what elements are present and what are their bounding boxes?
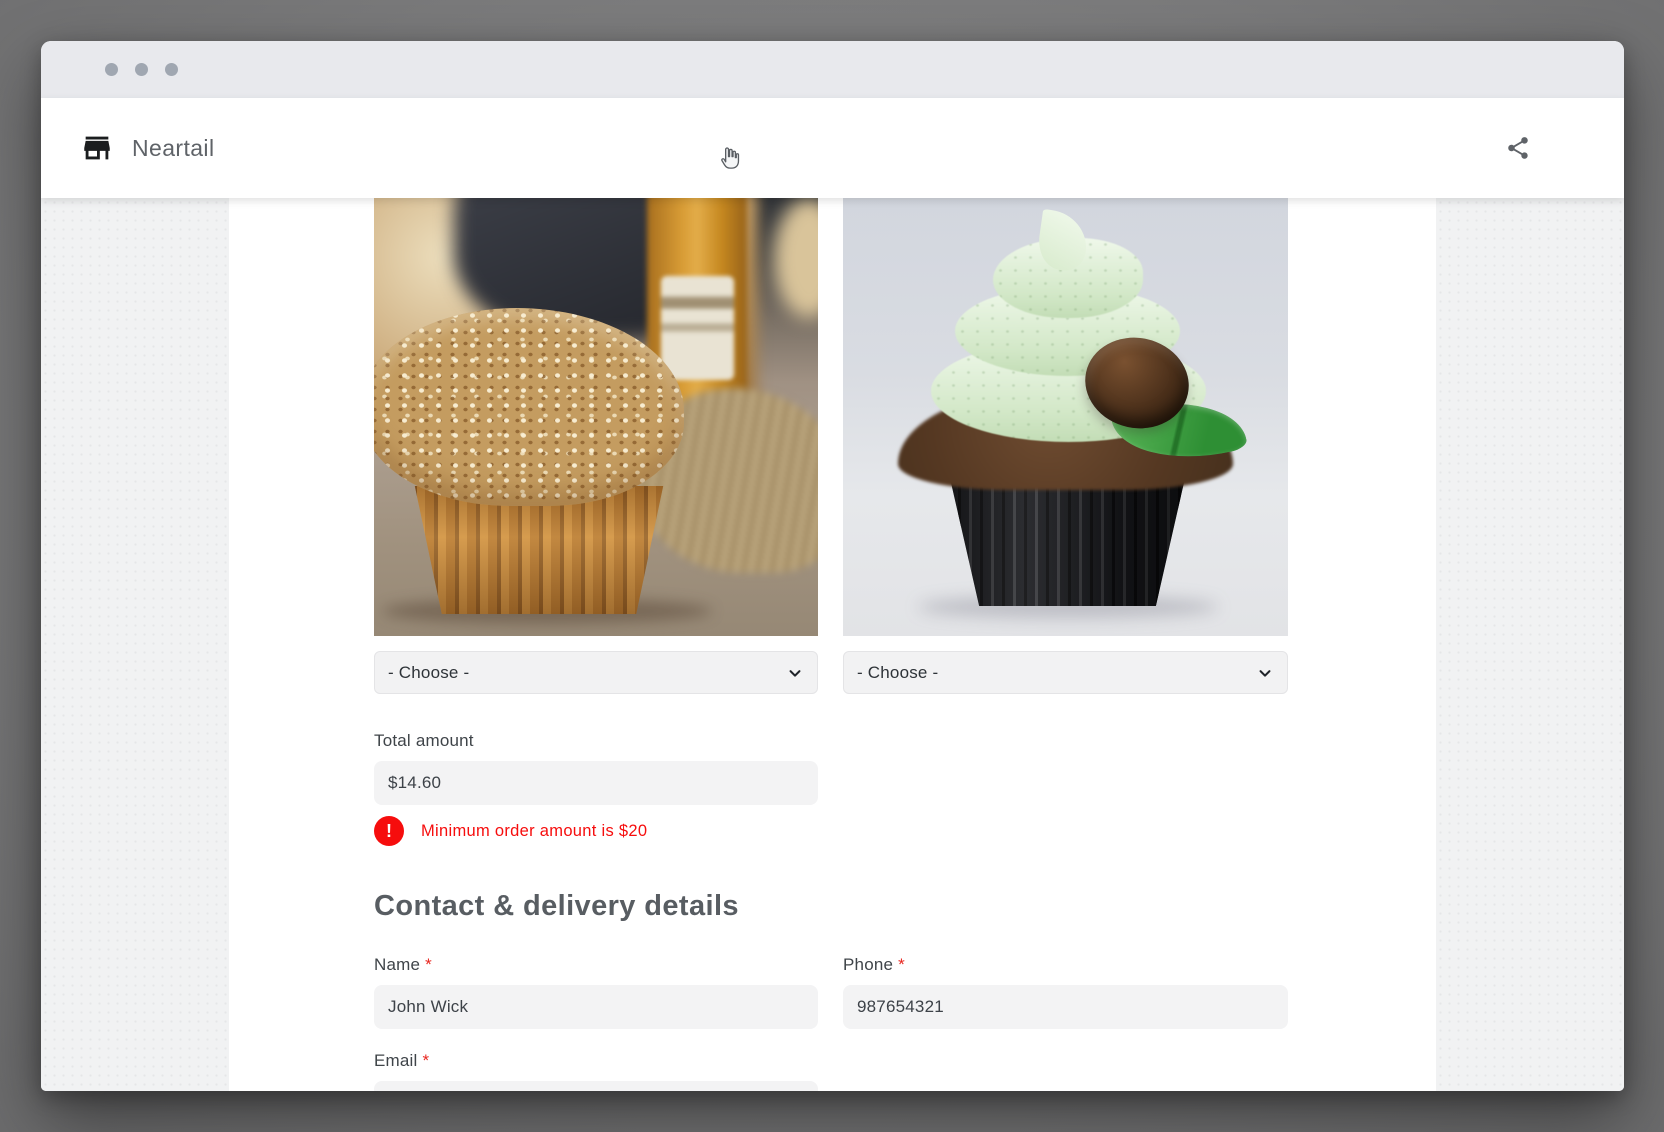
cupcake-choose-select[interactable]: - Choose - bbox=[843, 651, 1288, 694]
chevron-down-icon bbox=[786, 664, 804, 682]
storefront-icon bbox=[80, 131, 114, 165]
error-text: Minimum order amount is $20 bbox=[421, 822, 647, 841]
window-dot bbox=[105, 63, 118, 76]
required-asterisk: * bbox=[425, 955, 432, 974]
name-input[interactable] bbox=[374, 985, 818, 1029]
muffin-photo-bottle-label bbox=[661, 276, 734, 380]
cupcake-photo bbox=[843, 198, 1288, 636]
share-icon[interactable] bbox=[1505, 135, 1531, 161]
phone-label: Phone* bbox=[843, 955, 1288, 975]
required-asterisk: * bbox=[898, 955, 905, 974]
brand: Neartail bbox=[80, 131, 214, 165]
product-column-muffin: - Choose - Total amount ! Minimum order … bbox=[374, 198, 818, 846]
muffin-photo bbox=[374, 198, 818, 636]
product-column-cupcake: - Choose - bbox=[843, 198, 1288, 846]
window-dot bbox=[165, 63, 178, 76]
chevron-down-icon bbox=[1256, 664, 1274, 682]
browser-window: Neartail bbox=[41, 41, 1624, 1091]
name-field-group: Name* bbox=[374, 955, 818, 1029]
name-label: Name* bbox=[374, 955, 818, 975]
contact-heading: Contact & delivery details bbox=[374, 890, 1288, 923]
app-header: Neartail bbox=[41, 98, 1624, 198]
muffin-photo-corner-muffin bbox=[774, 198, 818, 318]
brand-name: Neartail bbox=[132, 135, 214, 162]
required-asterisk: * bbox=[423, 1051, 430, 1070]
error-message: ! Minimum order amount is $20 bbox=[374, 816, 818, 846]
browser-titlebar bbox=[41, 41, 1624, 98]
cupcake-select-value: - Choose - bbox=[857, 663, 938, 683]
muffin-select-value: - Choose - bbox=[388, 663, 469, 683]
muffin-choose-select[interactable]: - Choose - bbox=[374, 651, 818, 694]
total-amount-input[interactable] bbox=[374, 761, 818, 805]
total-amount-label: Total amount bbox=[374, 731, 818, 751]
order-form-page: - Choose - Total amount ! Minimum order … bbox=[41, 198, 1624, 1091]
email-input[interactable] bbox=[374, 1081, 818, 1091]
phone-field-group: Phone* bbox=[843, 955, 1288, 1029]
window-dot bbox=[135, 63, 148, 76]
form-content: - Choose - Total amount ! Minimum order … bbox=[229, 198, 1436, 1091]
email-label: Email* bbox=[374, 1051, 818, 1071]
email-field-group: Email* bbox=[374, 1051, 818, 1091]
phone-input[interactable] bbox=[843, 985, 1288, 1029]
error-icon: ! bbox=[374, 816, 404, 846]
contact-fields: Name* Phone* Email* bbox=[374, 955, 1288, 1091]
product-grid: - Choose - Total amount ! Minimum order … bbox=[374, 198, 1288, 846]
